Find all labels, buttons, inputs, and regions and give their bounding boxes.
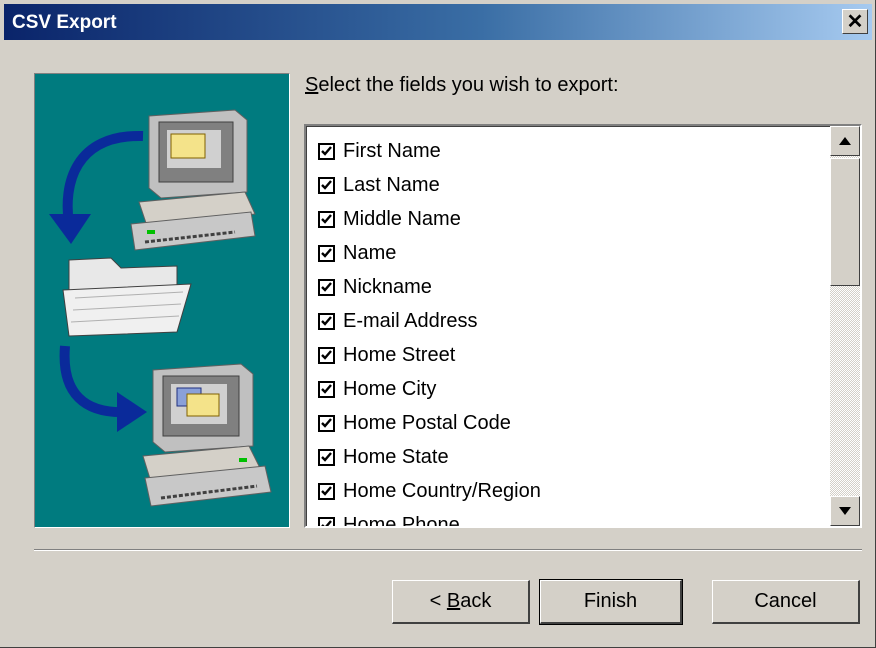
- csv-export-dialog: CSV Export ✕ Select the fields you wish …: [0, 0, 876, 648]
- field-item[interactable]: Home Street: [306, 338, 826, 372]
- back-button[interactable]: < Back: [392, 580, 530, 624]
- cancel-button[interactable]: Cancel: [712, 580, 860, 624]
- field-label: Home State: [343, 445, 449, 468]
- close-button[interactable]: ✕: [842, 9, 868, 34]
- field-label: Name: [343, 241, 397, 264]
- prompt-rest: elect the fields you wish to export:: [318, 74, 619, 96]
- field-item[interactable]: Home State: [306, 440, 826, 474]
- field-checkbox[interactable]: [318, 312, 335, 330]
- checkmark-icon: [321, 519, 332, 526]
- field-label: Home Street: [343, 343, 456, 366]
- fields-listbox[interactable]: First Name Last Name Middle Name Name Nickna…: [304, 124, 862, 528]
- checkmark-icon: [321, 247, 332, 258]
- close-icon: ✕: [846, 10, 864, 33]
- back-rest: ack: [460, 590, 492, 612]
- checkmark-icon: [321, 179, 332, 190]
- computer-transfer-illustration: [49, 109, 272, 507]
- back-prefix: <: [429, 590, 447, 612]
- field-item[interactable]: Nickname: [306, 270, 826, 304]
- field-checkbox[interactable]: [318, 380, 335, 398]
- field-checkbox[interactable]: [318, 244, 335, 262]
- field-checkbox[interactable]: [318, 414, 335, 432]
- select-fields-label: Select the fields you wish to export:: [305, 74, 619, 97]
- field-item[interactable]: Home Country/Region: [306, 474, 826, 508]
- back-mnemonic: B: [446, 590, 461, 612]
- vertical-scrollbar[interactable]: [830, 126, 860, 526]
- window-title: CSV Export: [12, 12, 117, 33]
- field-checkbox[interactable]: [318, 516, 335, 526]
- scrollbar-thumb[interactable]: [830, 158, 860, 286]
- field-item[interactable]: Home Postal Code: [306, 406, 826, 440]
- field-checkbox[interactable]: [318, 142, 335, 160]
- field-label: Home Country/Region: [343, 479, 541, 502]
- checkmark-icon: [321, 451, 332, 462]
- arrow-down-icon: [839, 507, 851, 515]
- checkmark-icon: [321, 145, 332, 156]
- field-label: E-mail Address: [343, 309, 478, 332]
- field-label: Last Name: [343, 173, 440, 196]
- field-item[interactable]: Home Phone: [306, 508, 826, 528]
- field-checkbox[interactable]: [318, 176, 335, 194]
- prompt-mnemonic: S: [305, 74, 319, 96]
- fields-list: First Name Last Name Middle Name Name Nickna…: [306, 134, 826, 528]
- checkmark-icon: [321, 281, 332, 292]
- field-checkbox[interactable]: [318, 448, 335, 466]
- field-label: Home Phone: [343, 513, 460, 528]
- scroll-down-button[interactable]: [830, 496, 860, 526]
- scroll-up-button[interactable]: [830, 126, 860, 156]
- field-label: Nickname: [343, 275, 432, 298]
- checkmark-icon: [321, 417, 332, 428]
- checkmark-icon: [321, 349, 332, 360]
- field-item[interactable]: Last Name: [306, 168, 826, 202]
- field-item[interactable]: Name: [306, 236, 826, 270]
- field-item[interactable]: Home City: [306, 372, 826, 406]
- checkmark-icon: [321, 485, 332, 496]
- field-checkbox[interactable]: [318, 482, 335, 500]
- arrow-up-icon: [839, 137, 851, 145]
- finish-button[interactable]: Finish: [539, 579, 683, 625]
- field-item[interactable]: First Name: [306, 134, 826, 168]
- title-bar[interactable]: CSV Export ✕: [4, 4, 872, 40]
- field-label: Home Postal Code: [343, 411, 511, 434]
- field-item[interactable]: E-mail Address: [306, 304, 826, 338]
- field-label: First Name: [343, 139, 441, 162]
- field-item[interactable]: Middle Name: [306, 202, 826, 236]
- checkmark-icon: [321, 315, 332, 326]
- field-checkbox[interactable]: [318, 210, 335, 228]
- checkmark-icon: [321, 213, 332, 224]
- field-label: Middle Name: [343, 207, 461, 230]
- field-checkbox[interactable]: [318, 278, 335, 296]
- field-checkbox[interactable]: [318, 346, 335, 364]
- wizard-illustration: [34, 73, 290, 528]
- field-label: Home City: [343, 377, 437, 400]
- checkmark-icon: [321, 383, 332, 394]
- separator: [34, 549, 862, 551]
